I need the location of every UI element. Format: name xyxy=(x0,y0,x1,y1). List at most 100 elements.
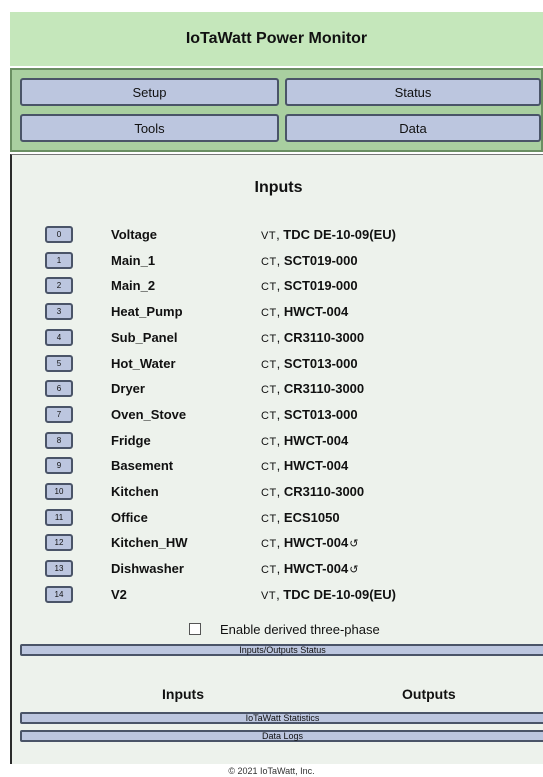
input-number-button[interactable]: 12 xyxy=(45,534,73,552)
input-row: 2 Main_2 CT, SCT019-000 xyxy=(12,276,543,298)
input-number-button[interactable]: 7 xyxy=(45,405,73,423)
input-sensor: CT, CR3110-3000 xyxy=(261,330,365,345)
data-button[interactable]: Data xyxy=(285,114,541,142)
input-row: 13 Dishwasher CT, HWCT-004↺ xyxy=(12,559,543,581)
input-number-button[interactable]: 6 xyxy=(45,380,73,398)
sensor-model: TDC DE-10-09(EU) xyxy=(283,586,396,602)
input-number-button[interactable]: 13 xyxy=(45,560,73,578)
input-sensor: CT, HWCT-004↺ xyxy=(261,535,358,550)
sensor-model: HWCT-004 xyxy=(283,535,349,551)
input-sensor: CT, SCT019-000 xyxy=(261,278,359,293)
sensor-type: CT xyxy=(261,435,277,448)
sensor-model: SCT019-000 xyxy=(283,252,358,268)
input-name[interactable]: Oven_Stove xyxy=(111,407,186,422)
sensor-type: CT xyxy=(261,409,277,422)
sensor-model: CR3110-3000 xyxy=(283,329,365,345)
input-name[interactable]: Kitchen_HW xyxy=(111,535,188,550)
input-number-button[interactable]: 8 xyxy=(45,431,73,449)
sensor-type: CT xyxy=(261,255,277,268)
sensor-separator: , xyxy=(276,432,284,448)
input-number-button[interactable]: 4 xyxy=(45,328,73,346)
app-title: IoTaWatt Power Monitor xyxy=(185,30,368,47)
input-name[interactable]: Office xyxy=(111,510,148,525)
input-sensor: CT, HWCT-004↺ xyxy=(261,561,358,576)
input-row: 4 Sub_Panel CT, CR3110-3000 xyxy=(12,328,543,350)
input-number-button[interactable]: 1 xyxy=(45,251,73,269)
input-name[interactable]: Voltage xyxy=(111,227,157,242)
sensor-separator: , xyxy=(276,535,284,551)
sensor-type: CT xyxy=(261,281,277,294)
tools-button[interactable]: Tools xyxy=(20,114,279,142)
input-number-button[interactable]: 0 xyxy=(45,226,73,243)
input-number-button[interactable]: 5 xyxy=(45,354,73,372)
sensor-separator: , xyxy=(276,278,284,294)
input-name[interactable]: Sub_Panel xyxy=(111,330,177,345)
setup-button[interactable]: Setup xyxy=(20,78,279,106)
input-row: 3 Heat_Pump CT, HWCT-004 xyxy=(12,302,543,324)
input-name[interactable]: Dryer xyxy=(111,381,145,396)
sensor-type: CT xyxy=(261,358,277,371)
main-menu: Setup Status Tools Data xyxy=(10,68,543,152)
input-row: 8 Fridge CT, HWCT-004 xyxy=(12,431,543,453)
sensor-separator: , xyxy=(276,484,284,499)
sensor-model: HWCT-004 xyxy=(283,304,349,320)
input-number-button[interactable]: 11 xyxy=(45,508,73,526)
sensor-separator: , xyxy=(276,561,284,577)
status-button[interactable]: Status xyxy=(285,78,541,106)
input-sensor: CT, ECS1050 xyxy=(261,510,341,525)
input-row: 5 Hot_Water CT, SCT013-000 xyxy=(12,354,543,376)
input-sensor: VT, TDC DE-10-09(EU) xyxy=(261,587,397,602)
input-name[interactable]: Kitchen xyxy=(111,484,159,499)
sensor-type: CT xyxy=(261,384,277,397)
input-number-button[interactable]: 3 xyxy=(45,303,73,321)
reverse-icon: ↺ xyxy=(349,538,359,551)
input-row: 9 Basement CT, HWCT-004 xyxy=(12,456,543,478)
sensor-type: VT xyxy=(261,589,277,602)
io-status-button[interactable]: Inputs/Outputs Status xyxy=(20,644,543,656)
statistics-button[interactable]: IoTaWatt Statistics xyxy=(20,712,543,724)
input-row: 6 Dryer CT, CR3110-3000 xyxy=(12,379,543,401)
sensor-separator: , xyxy=(276,304,284,320)
sensor-type: CT xyxy=(261,512,277,525)
input-number-button[interactable]: 2 xyxy=(45,277,73,295)
sensor-type: VT xyxy=(261,230,277,242)
input-number-button[interactable]: 10 xyxy=(45,483,73,500)
sensor-type: CT xyxy=(261,332,277,345)
sensor-type: CT xyxy=(261,461,277,474)
input-row: 1 Main_1 CT, SCT019-000 xyxy=(12,251,543,273)
sensor-type: CT xyxy=(261,538,277,551)
sensor-model: CR3110-3000 xyxy=(283,484,365,499)
derived-three-phase-checkbox[interactable] xyxy=(189,623,201,635)
input-name[interactable]: V2 xyxy=(111,587,127,602)
sensor-model: HWCT-004 xyxy=(283,458,349,474)
data-logs-button[interactable]: Data Logs xyxy=(20,730,543,742)
input-name[interactable]: Heat_Pump xyxy=(111,304,183,319)
input-row: 10 Kitchen CT, CR3110-3000 xyxy=(12,482,543,504)
sensor-separator: , xyxy=(276,509,284,525)
input-name[interactable]: Fridge xyxy=(111,433,151,448)
input-name[interactable]: Main_2 xyxy=(111,278,155,293)
input-sensor: CT, CR3110-3000 xyxy=(261,381,365,396)
sensor-model: SCT013-000 xyxy=(283,406,358,422)
input-number-button[interactable]: 9 xyxy=(45,457,73,475)
sensor-model: TDC DE-10-09(EU) xyxy=(283,227,396,242)
sensor-model: ECS1050 xyxy=(283,509,340,525)
input-row: 7 Oven_Stove CT, SCT013-000 xyxy=(12,405,543,427)
input-number-button[interactable]: 14 xyxy=(45,585,73,603)
input-name[interactable]: Dishwasher xyxy=(111,561,184,576)
reverse-icon: ↺ xyxy=(349,564,359,577)
input-sensor: CT, SCT019-000 xyxy=(261,253,359,268)
sensor-type: CT xyxy=(261,564,277,577)
sensor-model: HWCT-004 xyxy=(283,432,349,448)
input-name[interactable]: Hot_Water xyxy=(111,356,176,371)
input-name[interactable]: Main_1 xyxy=(111,253,155,268)
sensor-separator: , xyxy=(276,381,284,397)
input-sensor: CT, CR3110-3000 xyxy=(261,484,365,499)
input-sensor: CT, SCT013-000 xyxy=(261,356,359,371)
derived-three-phase-option: Enable derived three-phase xyxy=(12,622,543,640)
sensor-model: HWCT-004 xyxy=(283,561,349,577)
input-row: 14 V2 VT, TDC DE-10-09(EU) xyxy=(12,585,543,607)
sensor-separator: , xyxy=(276,252,284,268)
inputs-title: Inputs xyxy=(254,179,303,196)
input-name[interactable]: Basement xyxy=(111,458,173,473)
